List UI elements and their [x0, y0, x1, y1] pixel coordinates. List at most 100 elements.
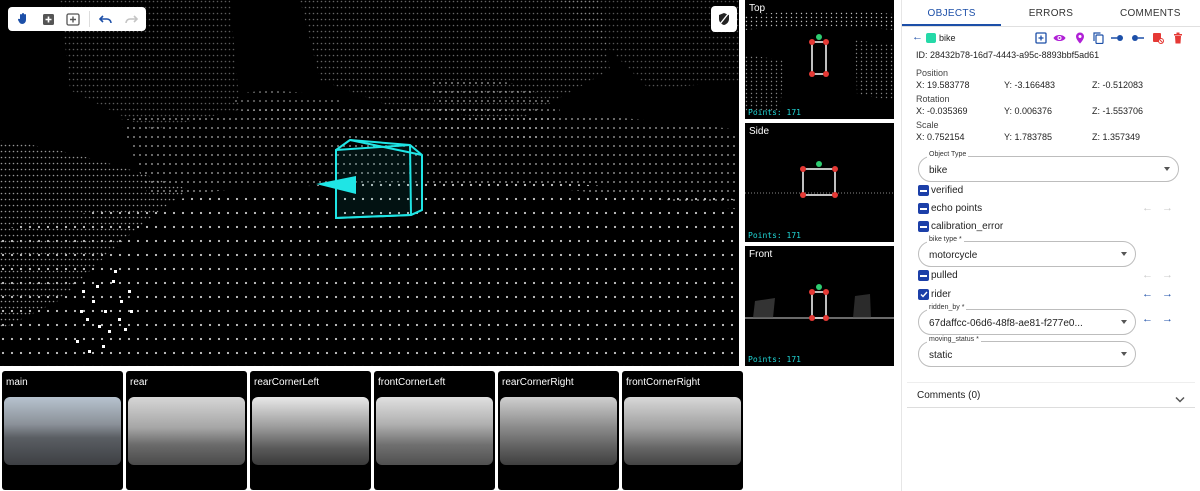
side-view-label: Side: [749, 126, 770, 137]
add-frame-icon[interactable]: [62, 9, 84, 29]
pulled-attr: pulled ← →: [918, 269, 1188, 283]
camera-label: rearCornerRight: [502, 377, 574, 388]
position-x: X: 19.583778: [916, 80, 970, 90]
trash-icon[interactable]: [1171, 31, 1184, 44]
rider-checkbox[interactable]: [918, 289, 929, 300]
arrow-right-icon[interactable]: →: [1162, 288, 1173, 300]
side-view-points: Points: 171: [748, 231, 801, 240]
verified-attr: verified: [918, 184, 1188, 198]
arrow-left-icon[interactable]: ←: [1142, 313, 1153, 325]
camera-label: main: [6, 377, 28, 388]
tab-objects[interactable]: OBJECTS: [902, 0, 1002, 26]
redo-icon[interactable]: [120, 9, 142, 29]
arrow-left-icon[interactable]: ←: [1142, 202, 1153, 214]
comments-accordion[interactable]: Comments (0): [907, 382, 1195, 408]
rotation-values: X: -0.035369 Y: 0.006376 Z: -1.553706: [916, 106, 1186, 118]
side-view[interactable]: Side Points: 171: [745, 123, 894, 242]
link-left-icon[interactable]: [1111, 31, 1124, 44]
camera-main[interactable]: main: [2, 371, 123, 490]
position-label: Position: [916, 68, 949, 78]
delete-from-frame-icon[interactable]: [1151, 31, 1164, 44]
object-id: ID: 28432b78-16d7-4443-a95c-8893bbf5ad61: [916, 50, 1100, 60]
tab-errors[interactable]: ERRORS: [1001, 0, 1100, 26]
front-view-points: Points: 171: [748, 355, 801, 364]
add-box-icon[interactable]: [37, 9, 59, 29]
object-color-swatch: [926, 33, 936, 43]
camera-image: [252, 397, 369, 465]
verified-checkbox[interactable]: [918, 185, 929, 196]
front-view-label: Front: [749, 249, 773, 260]
chevron-down-icon: [1121, 252, 1127, 256]
ridden-by-select[interactable]: ridden_by * 67daffcc-06d6-48f8-ae81-f277…: [918, 304, 1136, 335]
object-name: bike: [939, 33, 956, 43]
chevron-down-icon: [1164, 167, 1170, 171]
arrow-right-icon[interactable]: →: [1162, 269, 1173, 281]
back-arrow-icon[interactable]: ←: [912, 31, 923, 43]
hand-icon[interactable]: [12, 9, 34, 29]
camera-front-corner-right[interactable]: frontCornerRight: [622, 371, 743, 490]
rotation-z: Z: -1.553706: [1092, 106, 1144, 116]
position-y: Y: -3.166483: [1004, 80, 1056, 90]
location-pin-icon[interactable]: [1073, 31, 1086, 44]
camera-rear-corner-left[interactable]: rearCornerLeft: [250, 371, 371, 490]
object-type-value: bike: [929, 165, 948, 176]
camera-label: rearCornerLeft: [254, 377, 320, 388]
arrow-right-icon[interactable]: →: [1162, 313, 1173, 325]
panel-tabs: OBJECTS ERRORS COMMENTS: [902, 0, 1200, 27]
copy-icon[interactable]: [1092, 31, 1105, 44]
top-view-cloud: [745, 11, 894, 112]
bike-type-select[interactable]: bike type * motorcycle: [918, 236, 1136, 267]
rider-attr: rider ← →: [918, 288, 1188, 302]
echo-points-checkbox[interactable]: [918, 203, 929, 214]
arrow-right-icon[interactable]: →: [1162, 202, 1173, 214]
link-right-icon[interactable]: [1131, 31, 1144, 44]
add-frame-icon[interactable]: [1034, 31, 1047, 44]
camera-image: [4, 397, 121, 465]
tab-comments[interactable]: COMMENTS: [1101, 0, 1200, 26]
object-header: ← bike: [902, 30, 1200, 46]
scale-label: Scale: [916, 120, 939, 130]
camera-image: [376, 397, 493, 465]
pulled-checkbox[interactable]: [918, 270, 929, 281]
arrow-left-icon[interactable]: ←: [1142, 288, 1153, 300]
rotation-y: Y: 0.006376: [1004, 106, 1053, 116]
calibration-error-label: calibration_error: [931, 221, 1004, 232]
rotation-x: X: -0.035369: [916, 106, 968, 116]
camera-label: rear: [130, 377, 148, 388]
ridden-by-label: ridden_by *: [927, 304, 967, 311]
calibration-error-checkbox[interactable]: [918, 221, 929, 232]
chevron-down-icon: [1175, 390, 1185, 408]
verified-label: verified: [931, 185, 964, 196]
camera-label: frontCornerRight: [626, 377, 700, 388]
eye-icon[interactable]: [1053, 31, 1066, 44]
echo-points-label: echo points: [931, 203, 983, 214]
object-type-select[interactable]: Object Type bike: [918, 151, 1179, 182]
moving-status-select[interactable]: moving_status * static: [918, 336, 1136, 367]
moving-status-label: moving_status *: [927, 336, 981, 343]
camera-strip: main rear rearCornerLeft frontCornerLeft…: [0, 368, 745, 491]
camera-label: frontCornerLeft: [378, 377, 446, 388]
top-view[interactable]: Top Points: 171: [745, 0, 894, 119]
main-3d-viewport[interactable]: [0, 0, 741, 366]
ridden-by-value: 67daffcc-06d6-48f8-ae81-f277e0...: [929, 318, 1083, 329]
camera-image: [128, 397, 245, 465]
rotation-label: Rotation: [916, 94, 950, 104]
calibration-error-attr: calibration_error: [918, 220, 1188, 234]
top-view-points: Points: 171: [748, 108, 801, 117]
object-panel: OBJECTS ERRORS COMMENTS ← bike ID: 28432…: [901, 0, 1200, 491]
top-view-label: Top: [749, 3, 766, 14]
camera-rear-corner-right[interactable]: rearCornerRight: [498, 371, 619, 490]
point-cloud: [0, 0, 739, 366]
scale-y: Y: 1.783785: [1004, 132, 1053, 142]
camera-rear[interactable]: rear: [126, 371, 247, 490]
arrow-left-icon[interactable]: ←: [1142, 269, 1153, 281]
moving-status-value: static: [929, 350, 953, 361]
toolbar-divider: [89, 11, 90, 27]
comments-title: Comments (0): [917, 390, 981, 401]
viewport-toolbar: [8, 7, 146, 31]
undo-icon[interactable]: [95, 9, 117, 29]
camera-front-corner-left[interactable]: frontCornerLeft: [374, 371, 495, 490]
visibility-off-icon[interactable]: [711, 6, 737, 32]
front-view[interactable]: Front Points: 171: [745, 246, 894, 366]
position-z: Z: -0.512083: [1092, 80, 1144, 90]
